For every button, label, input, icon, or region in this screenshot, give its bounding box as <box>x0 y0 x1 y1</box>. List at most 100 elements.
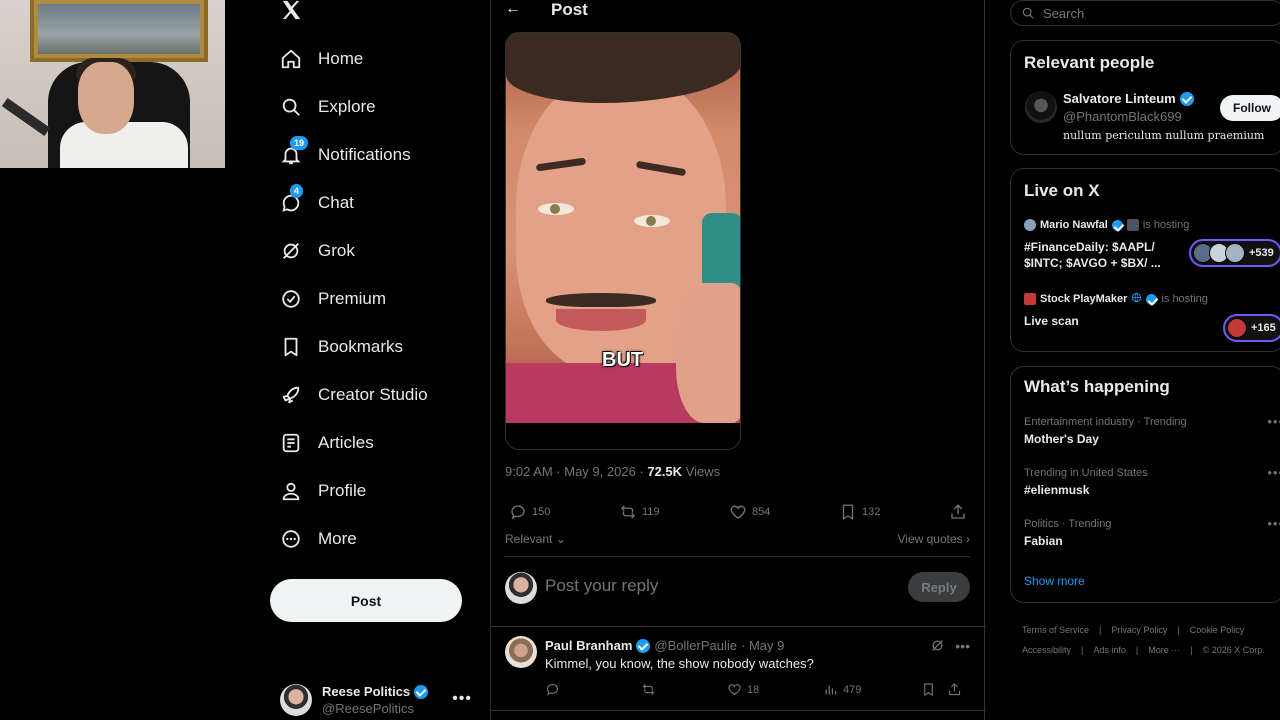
nav-label-articles: Articles <box>318 433 374 452</box>
page-title: Post <box>551 0 588 19</box>
trend-menu-icon[interactable]: ••• <box>1267 465 1280 480</box>
account-name: Reese Politics <box>322 684 411 699</box>
trend-item[interactable]: Entertainment industry · Trending Mother… <box>1024 414 1280 446</box>
reply-bookmark-action[interactable] <box>921 682 936 697</box>
whats-happening-title: What’s happening <box>1024 377 1170 396</box>
x-logo-icon[interactable] <box>280 0 302 23</box>
whats-happening-panel: What’s happening Entertainment industry … <box>1010 366 1280 603</box>
footer-privacy-link[interactable]: Privacy Policy <box>1111 625 1167 635</box>
search-box[interactable] <box>1010 0 1280 26</box>
trend-item[interactable]: Politics · Trending Fabian ••• <box>1024 516 1280 548</box>
nav-item-chat[interactable]: 4 Chat <box>280 184 354 218</box>
reply-date: · May 9 <box>741 638 785 653</box>
nav-item-home[interactable]: Home <box>280 44 363 74</box>
reply-reply-action[interactable] <box>545 682 560 697</box>
reply-share-action[interactable] <box>947 682 962 697</box>
reply-author-name[interactable]: Paul Branham <box>545 638 632 653</box>
footer-separator: | <box>1190 645 1193 655</box>
footer-cookie-link[interactable]: Cookie Policy <box>1190 625 1245 635</box>
like-action[interactable]: 854 <box>729 503 770 521</box>
trend-meta: Politics · Trending <box>1024 518 1112 530</box>
streamer-face <box>78 62 134 134</box>
repost-action[interactable]: 119 <box>619 503 660 521</box>
person-handle[interactable]: @PhantomBlack699 <box>1063 109 1182 124</box>
affiliate-badge-icon <box>1126 219 1139 231</box>
live-host-row[interactable]: Stock PlayMaker is hosting <box>1024 292 1208 306</box>
reply-post[interactable]: Paul Branham @BollerPaulie · May 9 ••• K… <box>505 636 970 706</box>
bookmark-icon <box>280 336 302 358</box>
repost-icon <box>642 684 655 695</box>
nav-item-more[interactable]: More <box>280 524 357 554</box>
account-menu-icon[interactable]: ••• <box>452 690 472 708</box>
follow-button[interactable]: Follow <box>1220 95 1280 121</box>
reply-views-action[interactable]: 479 <box>823 682 861 697</box>
repost-icon <box>621 505 635 519</box>
reply-action[interactable]: 150 <box>509 503 550 521</box>
live-host-row[interactable]: Mario Nawfal is hosting <box>1024 219 1189 231</box>
nav-item-grok[interactable]: Grok <box>280 236 355 266</box>
reply-button[interactable]: Reply <box>908 572 970 602</box>
bookmark-action[interactable]: 132 <box>839 503 880 521</box>
home-icon <box>280 48 302 70</box>
views-count: 72.5K <box>647 464 683 479</box>
reply-menu-icon[interactable]: ••• <box>955 638 970 656</box>
verified-badge-icon <box>414 684 429 699</box>
nav-label-profile: Profile <box>318 481 367 500</box>
live-listeners-pill[interactable]: +539 <box>1189 239 1280 267</box>
trend-item[interactable]: Trending in United States #elienmusk ••• <box>1024 465 1280 497</box>
reply-repost-action[interactable] <box>641 682 656 697</box>
live-title[interactable]: #FinanceDaily: $AAPL/ $INTC; $AVGO + $BX… <box>1024 239 1161 271</box>
footer-terms-link[interactable]: Terms of Service <box>1022 625 1089 635</box>
post-button[interactable]: Post <box>270 579 462 622</box>
rocket-icon <box>280 384 302 406</box>
nav-item-notifications[interactable]: 19 Notifications <box>280 136 411 170</box>
nav-label-notifications: Notifications <box>318 145 411 164</box>
bookmark-count: 132 <box>862 506 881 518</box>
search-input[interactable] <box>1043 5 1243 21</box>
live-listeners-pill[interactable]: +165 <box>1223 314 1280 342</box>
account-switcher[interactable]: Reese Politics @ReesePolitics ••• <box>280 684 480 720</box>
nav-label-grok: Grok <box>318 241 355 260</box>
footer-separator: | <box>1177 625 1180 635</box>
nav-label-chat: Chat <box>318 193 354 212</box>
view-quotes-link[interactable]: View quotes › <box>898 532 971 546</box>
avatar <box>1024 219 1036 231</box>
back-arrow-icon[interactable]: ← <box>505 0 521 18</box>
nav-item-profile[interactable]: Profile <box>280 476 366 506</box>
share-action[interactable] <box>949 503 967 521</box>
listener-count: +165 <box>1251 322 1276 334</box>
reply-input[interactable] <box>545 576 885 596</box>
account-handle: @ReesePolitics <box>322 701 414 716</box>
nav-item-creator-studio[interactable]: Creator Studio <box>280 380 428 410</box>
live-host-name: Mario Nawfal <box>1040 219 1108 231</box>
nav-item-articles[interactable]: Articles <box>280 428 374 458</box>
post-video[interactable]: BUT <box>505 32 741 450</box>
nav-item-bookmarks[interactable]: Bookmarks <box>280 332 403 362</box>
reply-like-count: 18 <box>747 683 760 696</box>
grok-icon[interactable] <box>930 638 945 656</box>
trend-menu-icon[interactable]: ••• <box>1267 414 1280 429</box>
live-title-line: $INTC; $AVGO + $BX/ ... <box>1024 256 1161 270</box>
search-icon <box>280 96 302 118</box>
trend-menu-icon[interactable]: ••• <box>1267 516 1280 531</box>
footer-more-link[interactable]: More ··· <box>1148 645 1180 655</box>
live-title[interactable]: Live scan <box>1024 313 1079 329</box>
relevant-people-title: Relevant people <box>1024 53 1155 72</box>
divider <box>491 710 986 711</box>
show-more-link[interactable]: Show more <box>1024 574 1085 588</box>
nav-item-premium[interactable]: Premium <box>280 284 386 314</box>
sort-replies-dropdown[interactable]: Relevant ⌄ <box>505 532 566 546</box>
trend-topic: Fabian <box>1024 534 1063 548</box>
nav-item-explore[interactable]: Explore <box>280 92 376 122</box>
trend-topic: #elienmusk <box>1024 483 1090 497</box>
footer-links: Terms of Service | Privacy Policy | Cookie P… <box>1022 620 1280 660</box>
reply-author-handle[interactable]: @BollerPaulie <box>654 638 737 653</box>
footer-ads-link[interactable]: Ads info <box>1093 645 1126 655</box>
person-name[interactable]: Salvatore Linteum <box>1063 91 1176 106</box>
footer-separator: | <box>1135 645 1139 655</box>
footer-accessibility-link[interactable]: Accessibility <box>1022 645 1071 655</box>
reply-like-action[interactable]: 18 <box>727 682 759 697</box>
avatar <box>505 572 537 604</box>
live-host-name: Stock PlayMaker <box>1040 293 1128 305</box>
avatar[interactable] <box>1025 91 1057 123</box>
